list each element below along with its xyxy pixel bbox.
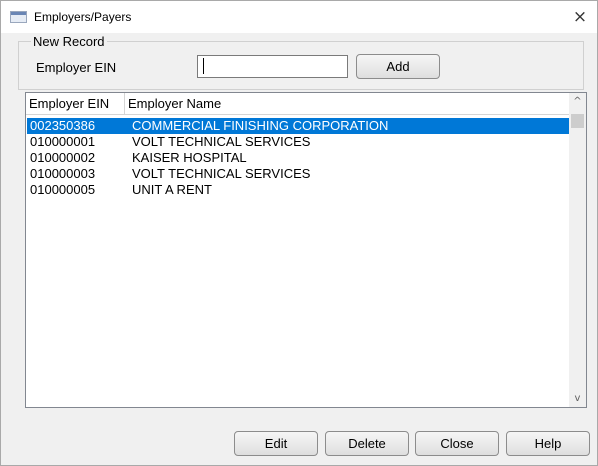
table-row[interactable]: 010000005 UNIT A RENT [27,182,571,198]
list-header: Employer EIN Employer Name [26,93,570,115]
close-window-icon[interactable]: × [569,6,591,28]
table-row[interactable]: 010000002 KAISER HOSPITAL [27,150,571,166]
window-app-icon [10,11,27,23]
edit-button[interactable]: Edit [234,431,318,456]
window-title: Employers/Payers [34,10,132,24]
add-button[interactable]: Add [356,54,440,79]
scroll-up-icon[interactable]: ^ [569,93,586,110]
close-button[interactable]: Close [415,431,499,456]
scroll-down-icon[interactable]: v [569,390,586,407]
employer-name-cell: VOLT TECHNICAL SERVICES [132,166,311,181]
scroll-thumb[interactable] [571,114,584,128]
employer-name-cell: VOLT TECHNICAL SERVICES [132,134,311,149]
employer-ein-cell: 002350386 [30,118,96,133]
text-caret [203,58,204,74]
employers-list[interactable]: Employer EIN Employer Name 002350386 COMM… [25,92,587,408]
title-bar[interactable]: Employers/Payers × [1,1,597,33]
employer-name-cell: COMMERCIAL FINISHING CORPORATION [132,118,389,133]
employer-ein-cell: 010000002 [30,150,96,165]
list-rows: 002350386 COMMERCIAL FINISHING CORPORATIO… [27,118,571,198]
employer-ein-label: Employer EIN [36,60,117,75]
employers-payers-dialog: Employers/Payers × New Record Employer E… [0,0,598,466]
employer-name-cell: UNIT A RENT [132,182,212,197]
column-header-employer-name[interactable]: Employer Name [125,93,565,114]
employer-ein-cell: 010000005 [30,182,96,197]
table-row[interactable]: 002350386 COMMERCIAL FINISHING CORPORATIO… [27,118,571,134]
help-button[interactable]: Help [506,431,590,456]
delete-button[interactable]: Delete [325,431,409,456]
column-header-employer-ein[interactable]: Employer EIN [26,93,124,114]
new-record-legend: New Record [31,34,107,49]
vertical-scrollbar[interactable]: ^ v [569,93,586,407]
employer-ein-cell: 010000003 [30,166,96,181]
table-row[interactable]: 010000003 VOLT TECHNICAL SERVICES [27,166,571,182]
employer-name-cell: KAISER HOSPITAL [132,150,247,165]
table-row[interactable]: 010000001 VOLT TECHNICAL SERVICES [27,134,571,150]
employer-ein-input[interactable] [197,55,348,78]
employer-ein-cell: 010000001 [30,134,96,149]
